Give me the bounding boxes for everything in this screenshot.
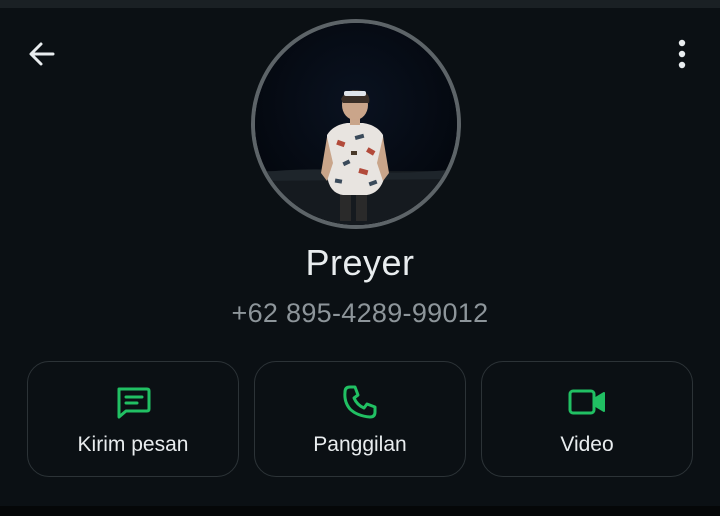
back-button[interactable] xyxy=(22,34,62,74)
contact-name: Preyer xyxy=(305,242,415,283)
more-vertical-icon xyxy=(678,39,686,69)
profile-avatar[interactable] xyxy=(251,19,461,229)
message-icon xyxy=(117,387,151,419)
video-call-label: Video xyxy=(560,433,614,456)
video-camera-icon xyxy=(568,389,605,415)
bottom-edge-strip xyxy=(0,506,720,516)
contact-phone-number: +62 895-4289-99012 xyxy=(231,298,489,328)
voice-call-label: Panggilan xyxy=(313,433,407,456)
send-message-button[interactable]: Kirim pesan xyxy=(27,361,239,477)
voice-call-button[interactable]: Panggilan xyxy=(254,361,466,477)
more-options-button[interactable] xyxy=(664,34,700,74)
send-message-label: Kirim pesan xyxy=(77,433,189,456)
phone-icon xyxy=(343,385,377,419)
status-bar-strip xyxy=(0,0,720,8)
arrow-left-icon xyxy=(29,42,55,66)
profile-photo xyxy=(255,23,457,225)
video-call-button[interactable]: Video xyxy=(481,361,693,477)
